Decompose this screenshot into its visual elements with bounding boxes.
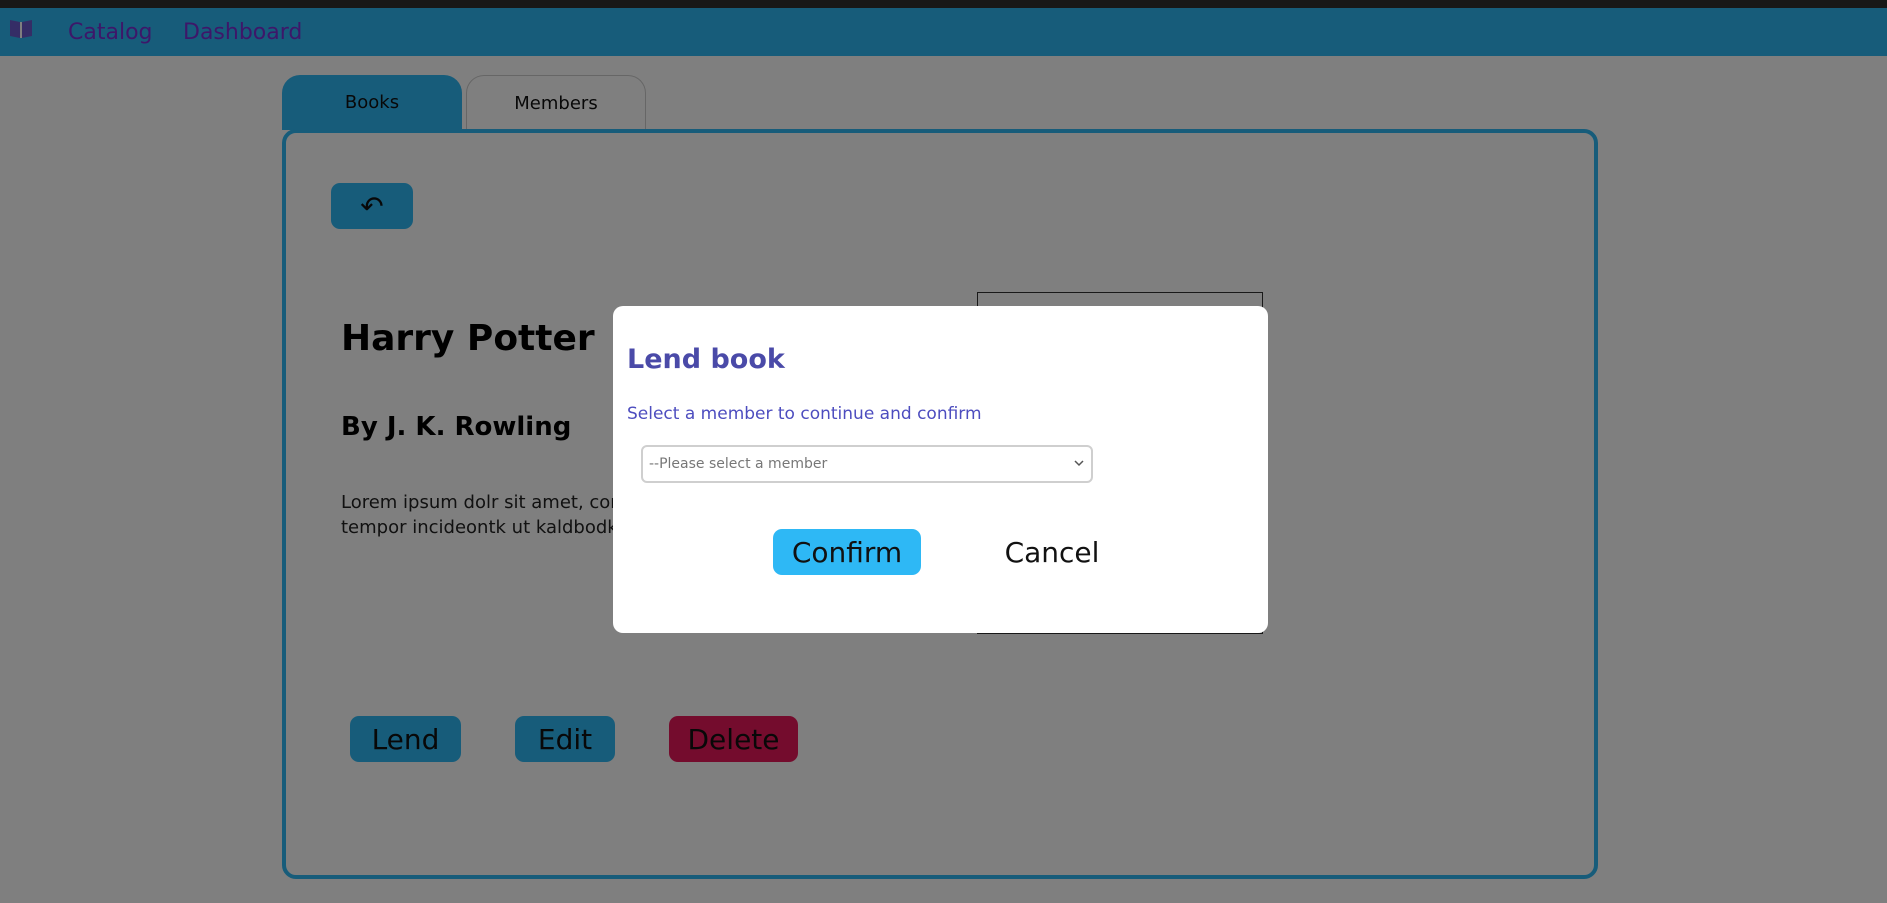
cancel-button[interactable]: Cancel [988,529,1116,575]
lend-book-dialog: Lend book Select a member to continue an… [613,306,1268,633]
member-select[interactable]: --Please select a member [641,445,1093,483]
member-select-value: --Please select a member [649,456,828,472]
page: Catalog Dashboard Books Members ↶ Harry … [0,0,1887,903]
confirm-button[interactable]: Confirm [773,529,921,575]
dialog-subtitle: Select a member to continue and confirm [627,404,982,424]
chevron-down-icon [1074,460,1084,467]
dialog-title: Lend book [627,344,785,375]
